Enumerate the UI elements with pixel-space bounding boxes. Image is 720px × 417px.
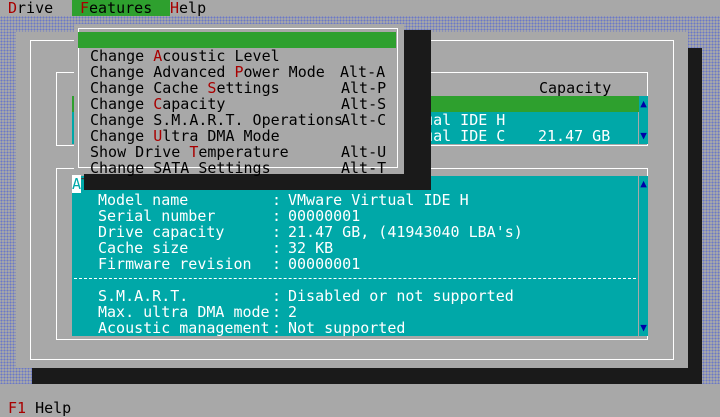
scroll-up-arrow-icon[interactable]: ▲ [639, 176, 648, 192]
ata-info-divider [74, 278, 636, 279]
scroll-down-arrow-icon[interactable]: ▼ [639, 320, 648, 336]
field-value: 21.47 GB, (41943040 LBA's) [288, 223, 523, 241]
field-value: VMware Virtual IDE H [288, 191, 469, 209]
menu-item-change-acoustic-level[interactable]: Change Acoustic Level Alt-A [78, 32, 396, 80]
field-value: 32 KB [288, 239, 334, 257]
field-value: Not supported [288, 319, 406, 337]
scroll-down-arrow-icon[interactable]: ▼ [639, 128, 648, 144]
field-model-name: Model name: VMware Virtual IDE H [98, 191, 469, 209]
field-value: 00000001 [288, 255, 361, 273]
menu-features-hotkey: F [80, 0, 90, 17]
menu-item-change-capacity[interactable]: Change Capacity Alt-C [74, 80, 398, 128]
help-hint-label: Help [26, 399, 72, 417]
field-label: Acoustic management [98, 319, 270, 337]
menu-features[interactable]: Features [72, 0, 170, 16]
field-drive-capacity: Drive capacity:21.47 GB, (41943040 LBA's… [98, 223, 523, 241]
field-label: Firmware revision [98, 255, 252, 273]
field-firmware-revision: Firmware revision:00000001 [98, 255, 361, 273]
menu-item-change-ultra-dma-mode[interactable]: Change Ultra DMA Mode Alt-U [74, 112, 398, 160]
status-bar: F1 Help [0, 384, 720, 416]
ata-info-panel: ATA device information Model name:VMware… [72, 175, 638, 337]
field-value: 00000001 [288, 207, 361, 225]
menu-item-change-sata-settings[interactable]: Change SATA Settings [74, 144, 398, 176]
menu-help-label: elp [179, 0, 207, 17]
help-hotkey: F1 [8, 399, 27, 417]
scroll-up-arrow-icon[interactable]: ▲ [639, 96, 648, 112]
device-capacity: 21.47 GB [538, 127, 611, 145]
device-list-scrollbar[interactable]: ▲ ▼ [639, 96, 648, 144]
menu-drive[interactable]: Drive [8, 0, 64, 16]
menu-drive-hotkey: D [8, 0, 18, 17]
ata-info-scrollbar[interactable]: ▲ ▼ [639, 176, 648, 336]
field-max-ultra-dma: Max. ultra DMA mode:2 [98, 303, 298, 321]
field-value: 2 [288, 303, 298, 321]
menu-item-change-smart-operations[interactable]: Change S.M.A.R.T. Operations [74, 96, 398, 128]
menu-features-label: eatures [89, 0, 153, 17]
field-value: Disabled or not supported [288, 287, 514, 305]
menu-help[interactable]: Help [170, 0, 220, 16]
capacity-column-header: Capacity [539, 79, 612, 97]
menu-item-change-cache-settings[interactable]: Change Cache Settings Alt-S [74, 64, 398, 112]
features-menu: Change Acoustic Level Alt-A Change Advan… [74, 24, 404, 176]
menu-help-hotkey: H [170, 0, 180, 17]
help-hint[interactable]: F1 Help [8, 400, 71, 416]
features-menu-shadow-right [404, 30, 431, 190]
menu-bar: Drive Features Help [0, 0, 720, 16]
menu-item-show-drive-temperature[interactable]: Show Drive Temperature Alt-T [74, 128, 398, 176]
field-acoustic-management: Acoustic management: Not supported [98, 319, 406, 337]
field-cache-size: Cache size:32 KB [98, 239, 334, 257]
field-serial-number: Serial number:00000001 [98, 207, 361, 225]
window-shadow-right [688, 48, 702, 384]
menu-item-label: Change SATA Settings [90, 159, 271, 177]
window-shadow-bottom [32, 368, 702, 384]
menu-item-change-advanced-power-mode[interactable]: Change Advanced Power Mode Alt-P [74, 48, 398, 96]
field-smart: S.M.A.R.T.: Disabled or not supported [98, 287, 514, 305]
menu-drive-label: rive [17, 0, 54, 17]
menu-item-shortcut: Alt-T [341, 159, 387, 177]
